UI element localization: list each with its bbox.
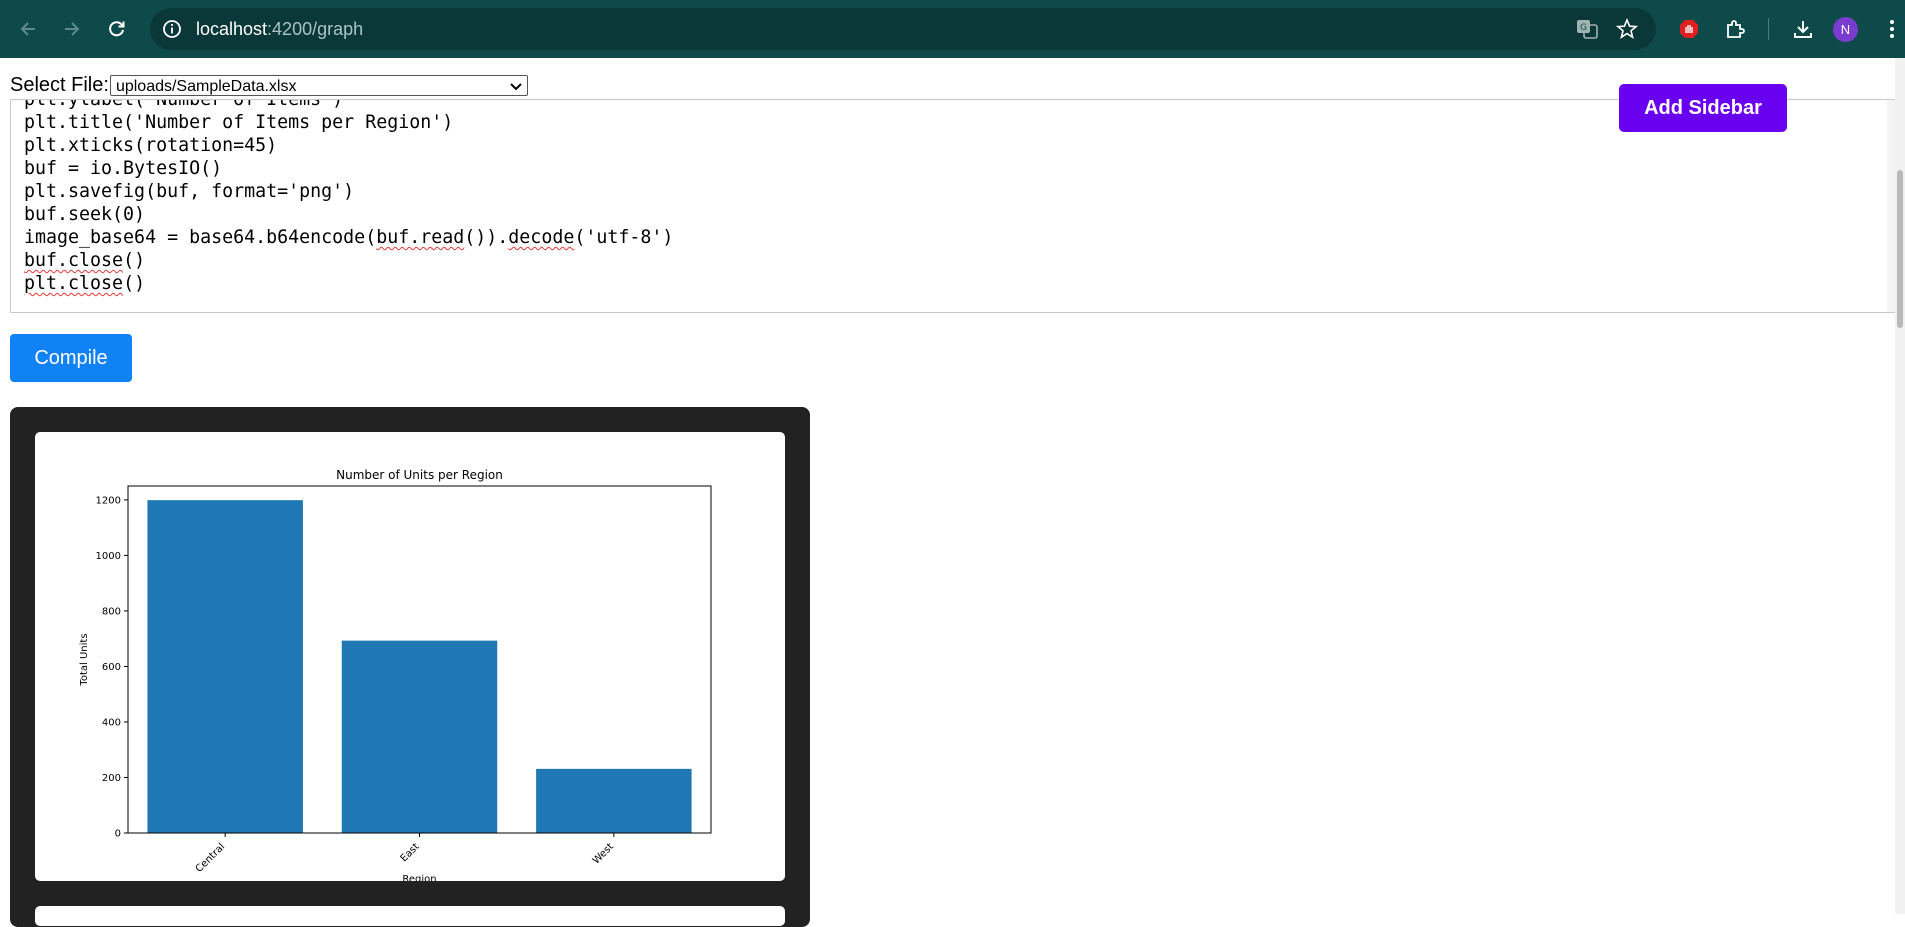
star-icon bbox=[1616, 18, 1638, 39]
url-text[interactable]: localhost:4200/graph bbox=[196, 17, 363, 41]
back-arrow-icon bbox=[20, 22, 35, 36]
back-button[interactable] bbox=[11, 12, 45, 46]
y-tick-label: 600 bbox=[102, 662, 121, 673]
menu-button[interactable] bbox=[1875, 12, 1905, 46]
reload-button[interactable] bbox=[100, 12, 134, 46]
selected-file-value: uploads/SampleData.xlsx bbox=[115, 77, 297, 95]
code-line: buf = io.BytesIO() bbox=[24, 158, 223, 179]
file-select-row: Select File: uploads/SampleData.xlsx bbox=[10, 73, 528, 97]
downloads-button[interactable] bbox=[1786, 12, 1820, 46]
bar-chart: 0 200 400 600 800 1000 1200 Central East West Numb… bbox=[79, 468, 712, 885]
add-sidebar-button[interactable]: Add Sidebar bbox=[1619, 84, 1787, 132]
adblock-hand-icon bbox=[1680, 20, 1698, 38]
chevron-down-icon bbox=[510, 82, 522, 90]
y-tick-label: 200 bbox=[102, 773, 121, 784]
chart-title: Number of Units per Region bbox=[336, 468, 503, 482]
bar-west bbox=[536, 768, 692, 833]
x-tick-label: West bbox=[591, 841, 616, 866]
code-line: plt.title('Number of Items per Region') bbox=[24, 112, 454, 133]
toolbar-divider bbox=[1768, 18, 1769, 40]
y-tick-label: 800 bbox=[102, 606, 121, 617]
translate-icon: G bbox=[1577, 20, 1598, 39]
second-chart-card bbox=[35, 906, 785, 926]
bar-central bbox=[147, 500, 303, 833]
svg-text:G: G bbox=[1580, 23, 1587, 33]
y-axis-label: Total Units bbox=[79, 633, 90, 686]
select-file-label: Select File: bbox=[10, 73, 109, 96]
page-scrollbar[interactable] bbox=[1895, 58, 1905, 914]
y-tick-label: 1000 bbox=[96, 551, 121, 562]
forward-button[interactable] bbox=[55, 12, 89, 46]
bookmark-button[interactable] bbox=[1610, 12, 1644, 46]
x-axis-label: Region bbox=[402, 874, 436, 881]
reload-icon bbox=[109, 21, 125, 37]
y-tick-label: 400 bbox=[102, 717, 121, 728]
x-tick-label: Central bbox=[194, 841, 228, 875]
bar-east bbox=[341, 640, 498, 833]
y-tick-label: 1200 bbox=[96, 495, 121, 506]
site-info-icon[interactable] bbox=[162, 19, 182, 39]
extension-adblock-button[interactable] bbox=[1672, 12, 1706, 46]
code-text[interactable]: plt.ylabel('Number of Items') plt.title(… bbox=[24, 99, 674, 295]
translate-button[interactable]: G bbox=[1570, 12, 1604, 46]
download-icon bbox=[1794, 21, 1812, 38]
code-line: plt.ylabel('Number of Items') bbox=[24, 99, 344, 110]
extensions-button[interactable] bbox=[1718, 12, 1752, 46]
compile-button[interactable]: Compile bbox=[10, 334, 132, 382]
code-line: plt.savefig(buf, format='png') bbox=[24, 181, 355, 202]
chart-card: 0 200 400 600 800 1000 1200 Central East West Numb… bbox=[35, 432, 785, 885]
code-line: plt.close() bbox=[24, 273, 146, 294]
x-tick-label: East bbox=[399, 841, 422, 864]
puzzle-icon bbox=[1727, 20, 1745, 38]
forward-arrow-icon bbox=[65, 22, 80, 36]
code-line: buf.close() bbox=[24, 250, 146, 271]
code-line: buf.seek(0) bbox=[24, 204, 146, 225]
browser-toolbar: localhost:4200/graph G N bbox=[0, 0, 1905, 58]
y-tick-label: 0 bbox=[115, 829, 121, 840]
code-editor[interactable]: plt.ylabel('Number of Items') plt.title(… bbox=[10, 99, 1898, 313]
page-scrollbar-thumb[interactable] bbox=[1897, 170, 1903, 328]
address-bar[interactable] bbox=[150, 8, 1656, 50]
code-line: plt.xticks(rotation=45) bbox=[24, 135, 278, 156]
profile-avatar[interactable]: N bbox=[1833, 17, 1858, 42]
file-select-dropdown[interactable]: uploads/SampleData.xlsx bbox=[109, 74, 528, 96]
kebab-menu-icon bbox=[1890, 20, 1894, 38]
code-line: image_base64 = base64.b64encode(buf.read… bbox=[24, 227, 674, 248]
